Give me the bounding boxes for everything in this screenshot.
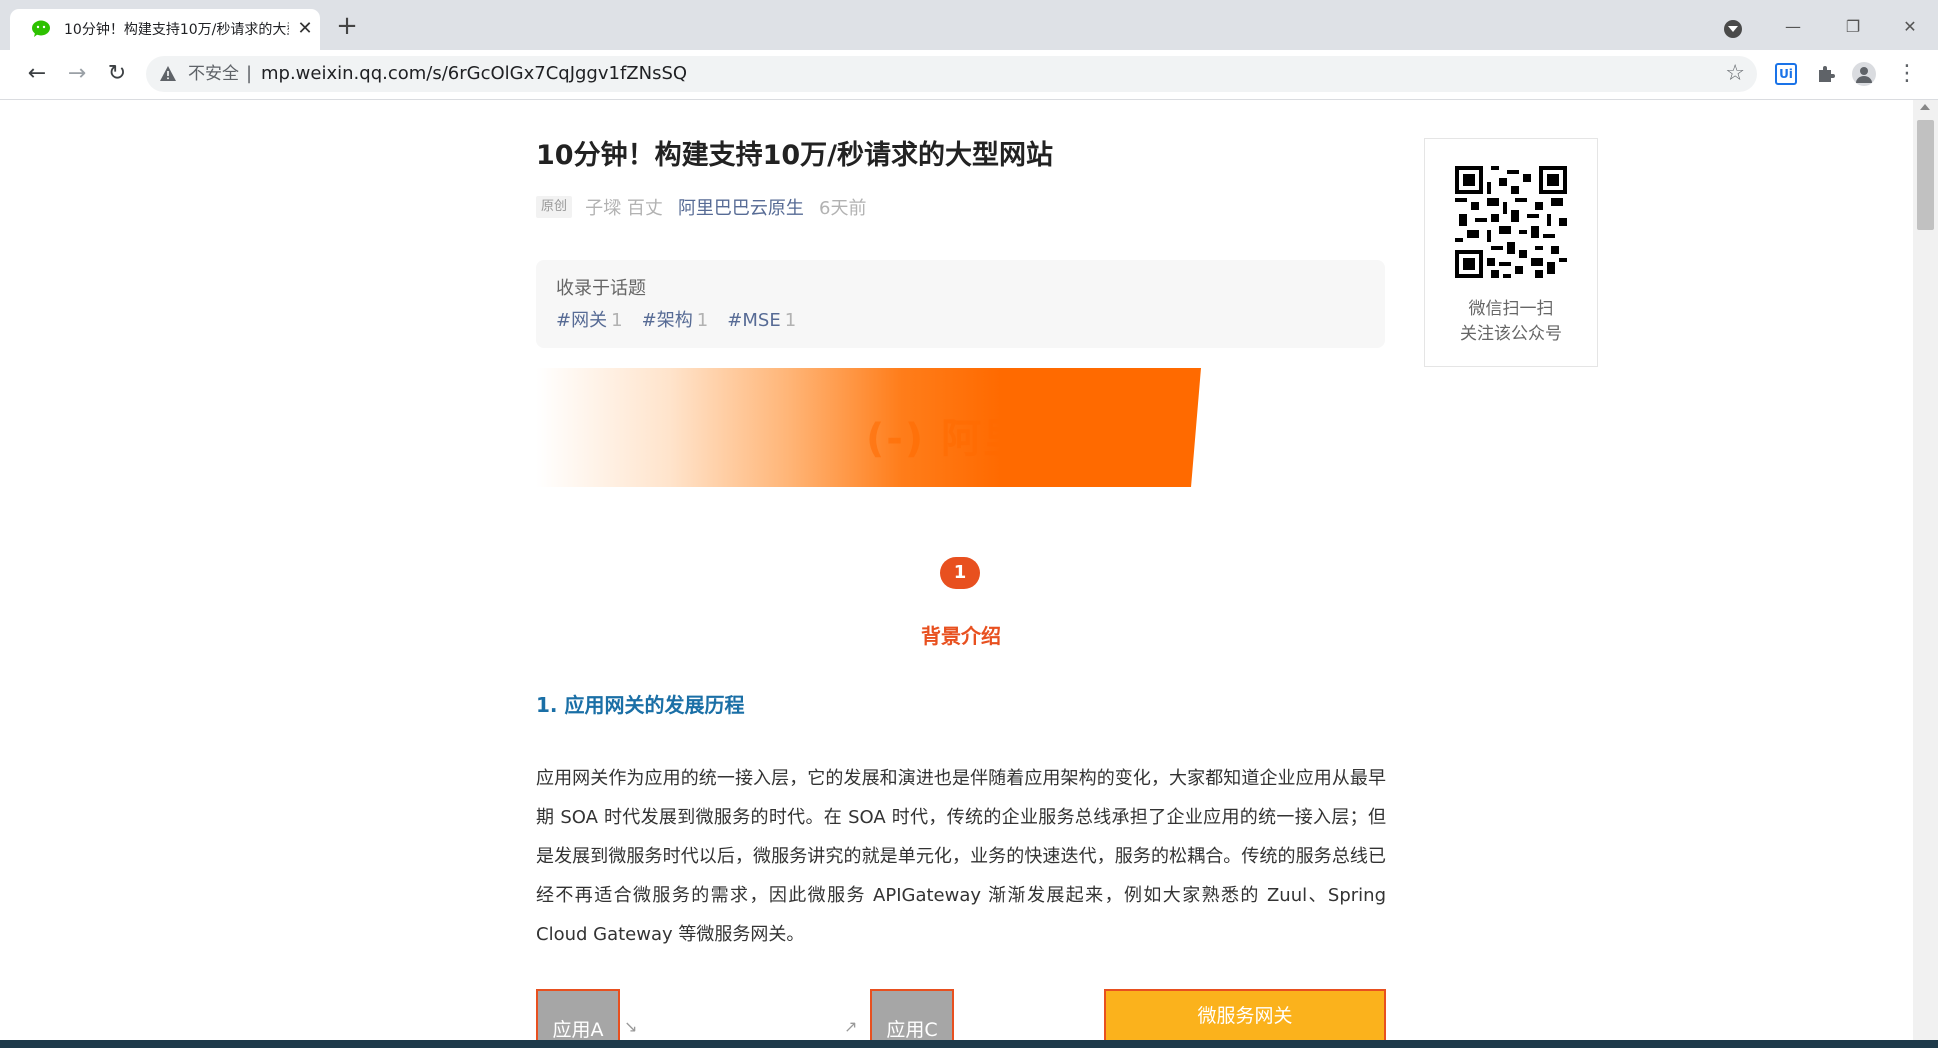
original-badge: 原创: [536, 196, 573, 218]
url-text[interactable]: mp.weixin.qq.com/s/6rGcOlGx7CqJggv1fZNsS…: [261, 64, 687, 84]
restore-button[interactable]: ❐: [1838, 14, 1868, 40]
chevron-down-icon: [1728, 26, 1738, 32]
qr-caption-line2: 关注该公众号: [1460, 324, 1562, 344]
architecture-diagram: 应用A ↘ ↗ 应用C 微服务网关: [536, 989, 1386, 1040]
diagram-app-c: 应用C: [870, 989, 954, 1040]
new-tab-button[interactable]: +: [334, 13, 360, 40]
diagram-app-a: 应用A: [536, 989, 620, 1040]
article-meta: 原创 子墚 百丈 阿里巴巴云原生 6天前: [536, 194, 867, 219]
tab-strip: 10分钟！构建支持10万/秒请求的大型网站 ✕ + — ❐ ✕: [0, 0, 1938, 50]
extensions-puzzle-icon[interactable]: [1815, 63, 1837, 85]
tab-title: 10分钟！构建支持10万/秒请求的大型网站: [64, 22, 289, 38]
os-taskbar-edge: [0, 1040, 1938, 1048]
qr-caption-line1: 微信扫一扫: [1468, 299, 1554, 319]
topic-tags: #网关 1 #架构 1 #MSE 1: [556, 306, 810, 332]
forward-button[interactable]: →: [64, 62, 90, 88]
scrollbar-thumb[interactable]: [1917, 120, 1934, 230]
url-separator: |: [246, 63, 253, 84]
qr-code-icon: [1455, 166, 1567, 278]
topic-box: 收录于话题 #网关 1 #架构 1 #MSE 1: [536, 260, 1385, 348]
article-paragraph: 应用网关作为应用的统一接入层，它的发展和演进也是伴随着应用架构的变化，大家都知道…: [536, 768, 1386, 945]
section-number-badge: 1: [940, 557, 980, 589]
topic-tag[interactable]: #网关 1: [556, 310, 623, 331]
scroll-up-arrow-icon[interactable]: [1920, 104, 1930, 110]
back-button[interactable]: ←: [24, 62, 50, 88]
arrow-icon: ↘: [624, 1017, 638, 1036]
qr-code-panel: 微信扫一扫 关注该公众号: [1424, 138, 1598, 367]
security-label[interactable]: 不安全: [188, 64, 239, 84]
section-title: 背景介绍: [921, 624, 1001, 648]
article-title: 10分钟！构建支持10万/秒请求的大型网站: [536, 140, 1054, 171]
arrow-icon: ↗: [844, 1017, 858, 1036]
article-banner-image: (-) 阿里: [536, 368, 1201, 487]
author-name: 子墚 百丈: [585, 198, 663, 219]
publish-time: 6天前: [819, 198, 867, 219]
ui-extension-icon[interactable]: Ui: [1775, 63, 1797, 85]
browser-tab-active[interactable]: 10分钟！构建支持10万/秒请求的大型网站 ✕: [10, 9, 320, 50]
qr-caption: 微信扫一扫 关注该公众号: [1425, 297, 1597, 347]
bookmark-star-icon[interactable]: ☆: [1725, 63, 1745, 85]
browser-menu-icon[interactable]: ⋮: [1896, 60, 1918, 88]
tab-search-button[interactable]: [1724, 20, 1742, 38]
person-icon: [1856, 67, 1872, 83]
topic-tag[interactable]: #架构 1: [642, 310, 709, 331]
account-link[interactable]: 阿里巴巴云原生: [678, 198, 804, 219]
close-window-button[interactable]: ✕: [1895, 14, 1925, 40]
address-bar[interactable]: 不安全 | mp.weixin.qq.com/s/6rGcOlGx7CqJggv…: [146, 56, 1757, 92]
warning-icon: [160, 66, 176, 81]
diagram-gateway: 微服务网关: [1104, 989, 1386, 1040]
page-scrollbar[interactable]: [1913, 100, 1938, 1040]
reload-button[interactable]: ↻: [104, 62, 130, 88]
sub-heading: 1. 应用网关的发展历程: [536, 693, 745, 717]
browser-toolbar: ← → ↻ 不安全 | mp.weixin.qq.com/s/6rGcOlGx7…: [0, 50, 1938, 100]
tab-close-icon[interactable]: ✕: [295, 19, 315, 39]
alibaba-cloud-logo: (-) 阿里: [866, 416, 1026, 462]
topic-tag[interactable]: #MSE 1: [727, 310, 796, 331]
topic-heading: 收录于话题: [556, 278, 646, 299]
article: 10分钟！构建支持10万/秒请求的大型网站 原创 子墚 百丈 阿里巴巴云原生 6…: [536, 100, 1386, 1040]
minimize-button[interactable]: —: [1778, 14, 1808, 40]
wechat-icon: [32, 20, 50, 37]
profile-avatar[interactable]: [1852, 62, 1876, 86]
